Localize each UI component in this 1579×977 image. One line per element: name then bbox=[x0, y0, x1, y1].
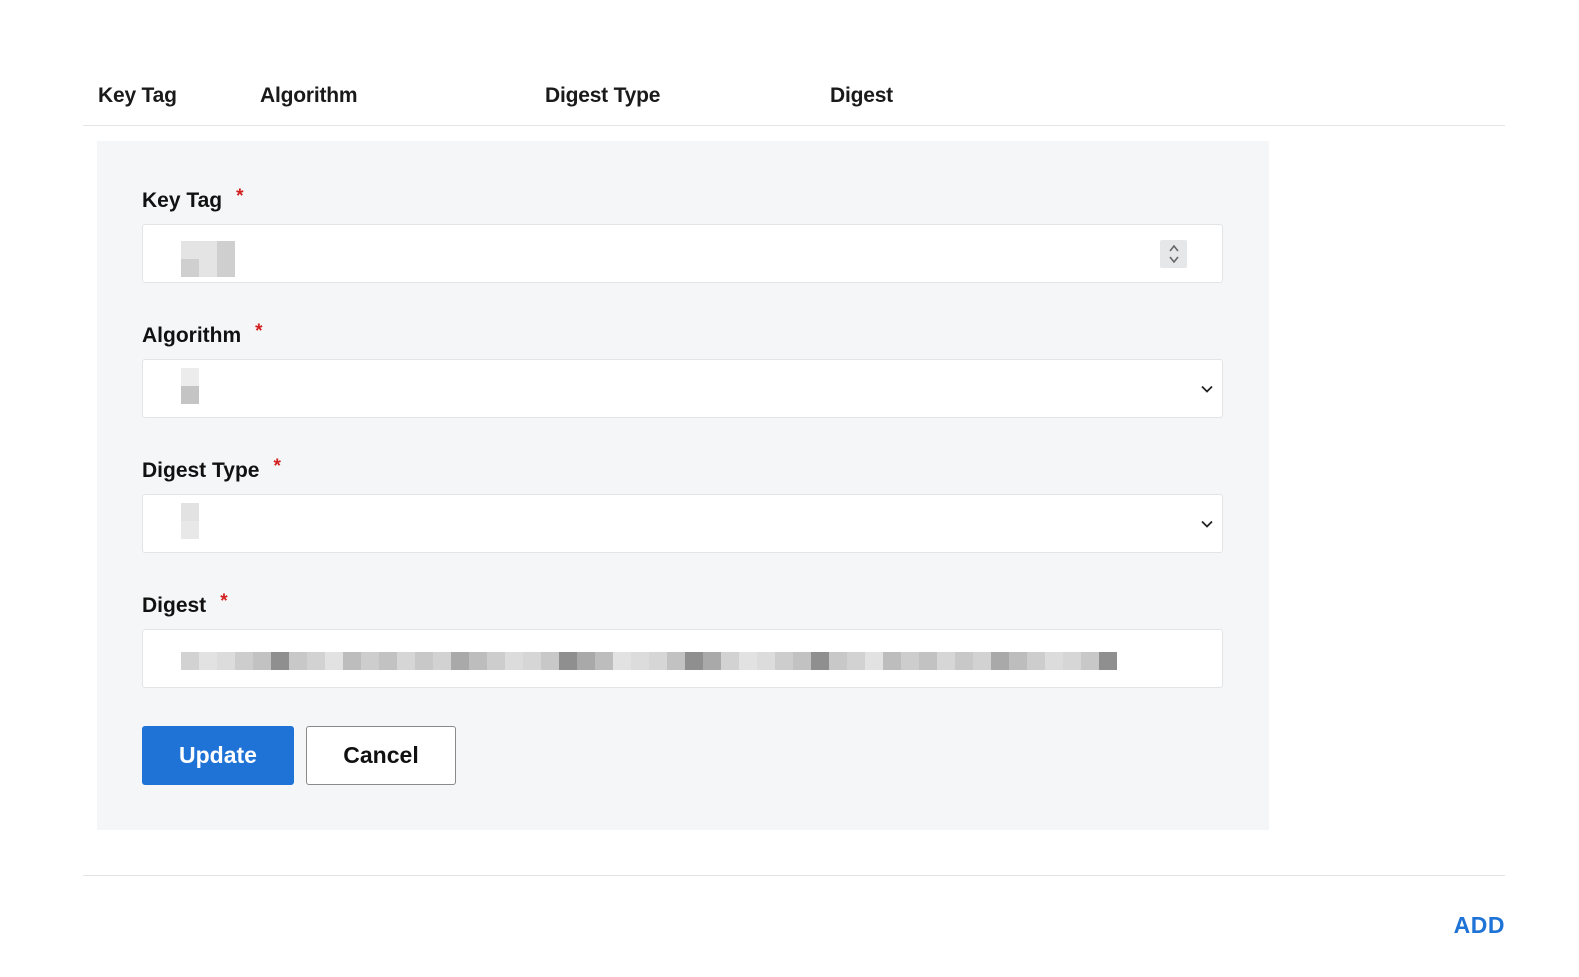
chevron-down-icon bbox=[1201, 520, 1213, 528]
add-record-link[interactable]: ADD bbox=[1454, 912, 1505, 939]
column-header-key-tag: Key Tag bbox=[98, 84, 177, 107]
update-button[interactable]: Update bbox=[142, 726, 294, 785]
ds-record-editor: Key Tag Algorithm Digest Type Digest Key… bbox=[0, 0, 1579, 977]
required-marker: * bbox=[220, 591, 228, 612]
redacted-value bbox=[181, 368, 199, 404]
digest-label: Digest * bbox=[142, 591, 228, 618]
redacted-value bbox=[181, 503, 199, 539]
divider bbox=[83, 875, 1505, 876]
key-tag-label: Key Tag * bbox=[142, 186, 244, 213]
key-tag-label-text: Key Tag bbox=[142, 189, 223, 212]
column-header-digest: Digest bbox=[830, 84, 893, 107]
key-tag-input[interactable] bbox=[142, 224, 1223, 283]
digest-label-text: Digest bbox=[142, 594, 207, 617]
table-header-row: Key Tag Algorithm Digest Type Digest bbox=[83, 70, 1505, 126]
required-marker: * bbox=[255, 321, 263, 342]
column-header-algorithm: Algorithm bbox=[260, 84, 358, 107]
cancel-button[interactable]: Cancel bbox=[306, 726, 456, 785]
edit-record-panel: Key Tag * Algorithm * Digest Type * Dige… bbox=[97, 141, 1269, 830]
required-marker: * bbox=[236, 186, 244, 207]
digest-type-select[interactable] bbox=[142, 494, 1223, 553]
redacted-value bbox=[181, 652, 1117, 670]
algorithm-select[interactable] bbox=[142, 359, 1223, 418]
algorithm-label: Algorithm * bbox=[142, 321, 263, 348]
number-stepper-icon[interactable] bbox=[1160, 240, 1187, 268]
column-header-digest-type: Digest Type bbox=[545, 84, 661, 107]
digest-type-label-text: Digest Type bbox=[142, 459, 260, 482]
redacted-value bbox=[181, 241, 235, 277]
algorithm-label-text: Algorithm bbox=[142, 324, 242, 347]
digest-input[interactable] bbox=[142, 629, 1223, 688]
digest-type-label: Digest Type * bbox=[142, 456, 281, 483]
required-marker: * bbox=[273, 456, 281, 477]
chevron-down-icon bbox=[1201, 385, 1213, 393]
